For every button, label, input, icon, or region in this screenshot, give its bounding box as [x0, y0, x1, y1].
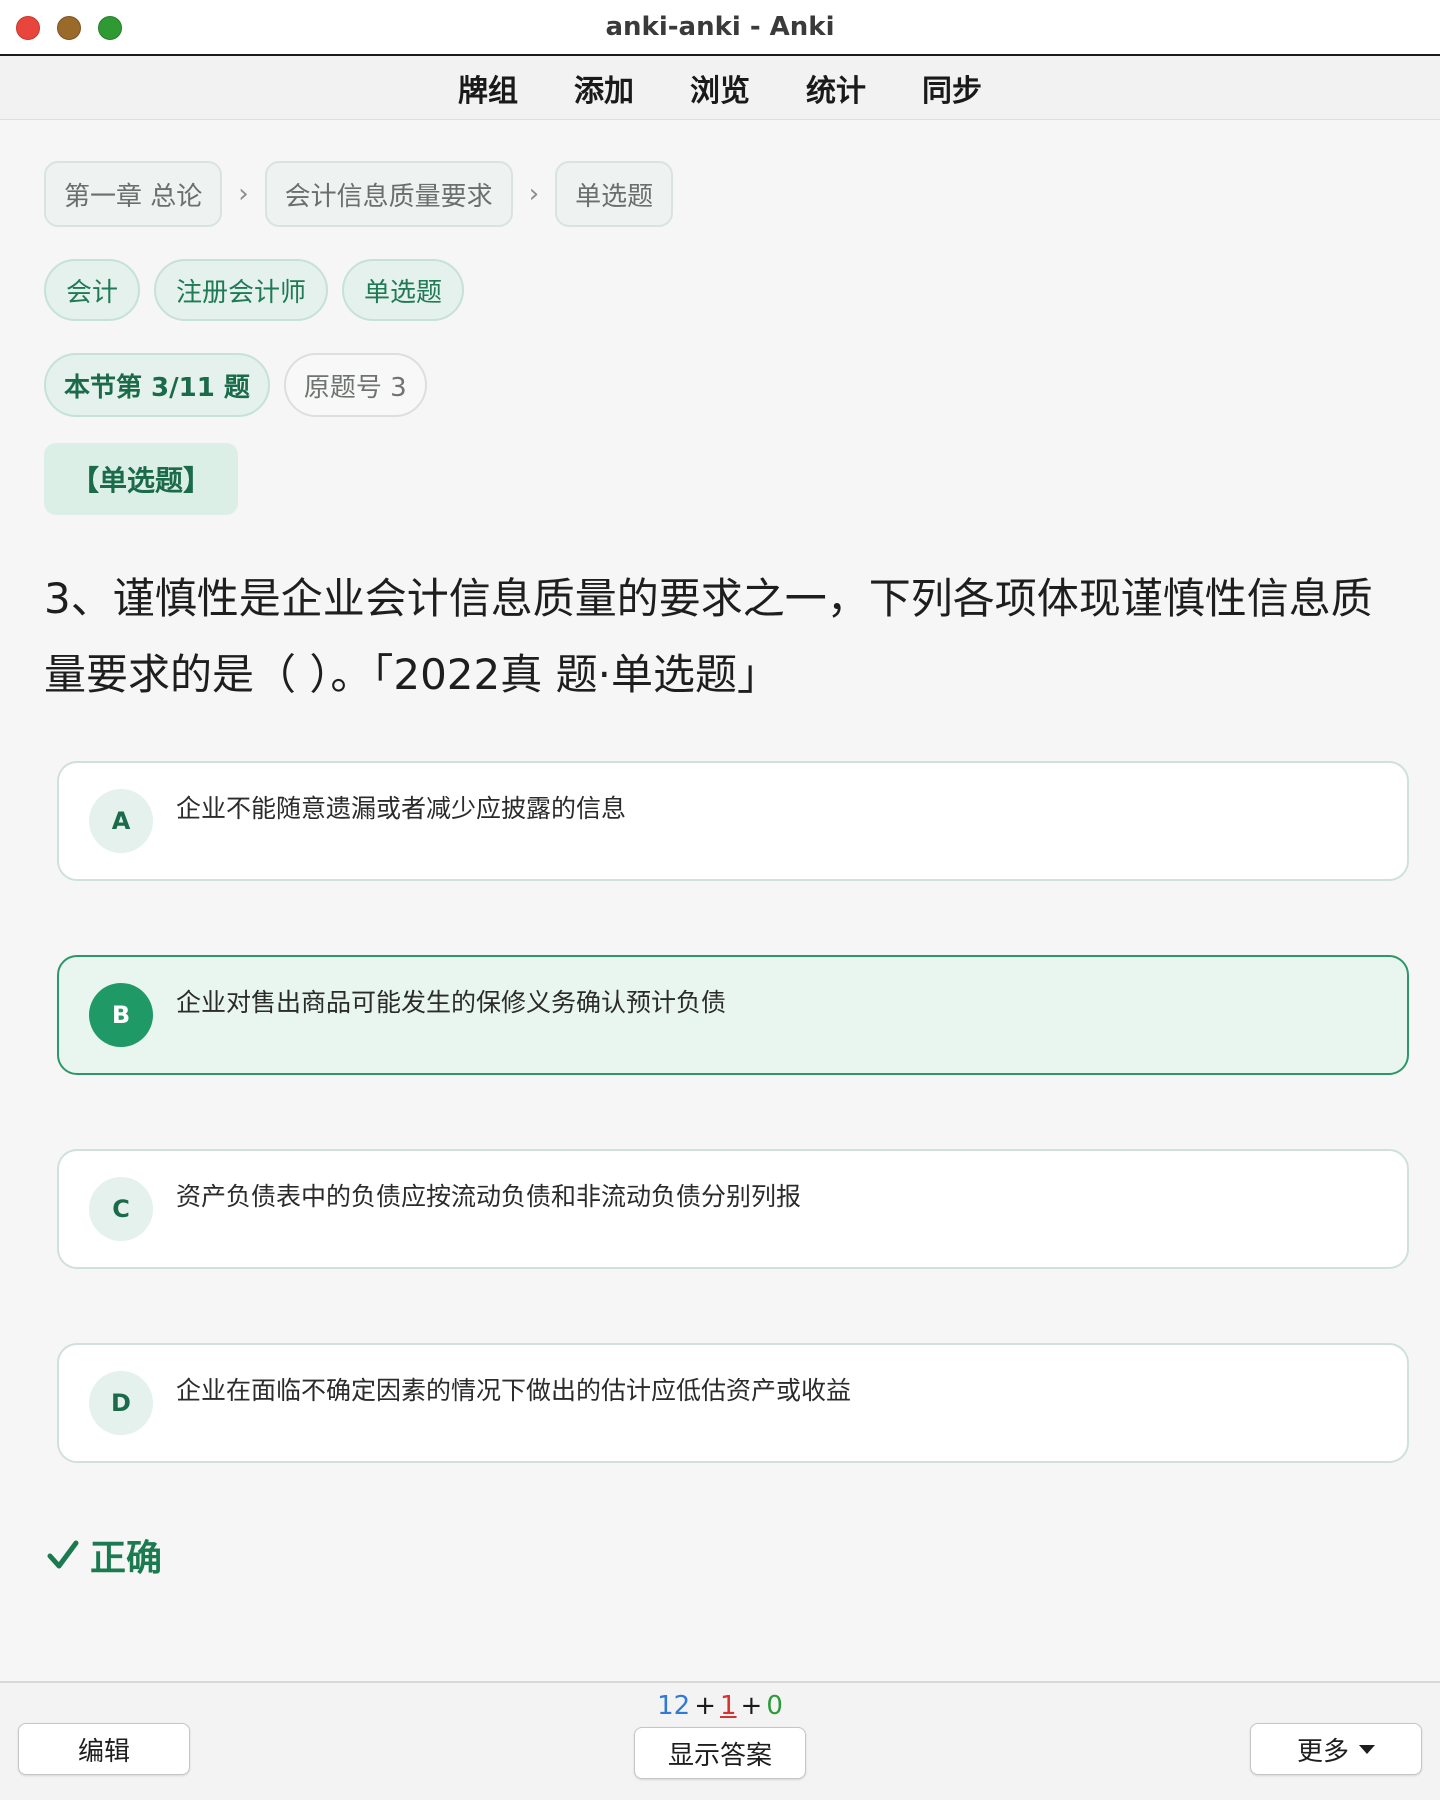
toolbar-decks[interactable]: 牌组: [458, 66, 518, 110]
more-button[interactable]: 更多: [1250, 1723, 1422, 1775]
question-progress: 本节第 3/11 题 原题号 3: [44, 353, 427, 417]
section-position-badge: 本节第 3/11 题: [44, 353, 270, 417]
answer-result: 正确: [46, 1529, 162, 1581]
breadcrumb-type: 单选题: [555, 161, 674, 227]
tag-list: 会计 注册会计师 单选题: [44, 259, 465, 321]
option-letter: D: [89, 1371, 153, 1435]
title-bar: anki-anki - Anki: [0, 0, 1440, 56]
minimize-window-button[interactable]: [57, 16, 81, 40]
review-count: 0: [766, 1691, 783, 1721]
close-window-button[interactable]: [16, 16, 40, 40]
option-letter: C: [89, 1177, 153, 1241]
option-text: 资产负债表中的负债应按流动负债和非流动负债分别列报: [176, 1182, 802, 1211]
zoom-window-button[interactable]: [98, 16, 122, 40]
new-count: 12: [657, 1691, 691, 1721]
original-number-badge: 原题号 3: [283, 353, 427, 417]
plus-sign: +: [694, 1691, 716, 1721]
option-text: 企业在面临不确定因素的情况下做出的估计应低估资产或收益: [176, 1376, 852, 1405]
edit-button[interactable]: 编辑: [18, 1723, 190, 1775]
learning-count: 1: [720, 1691, 737, 1721]
breadcrumb: 第一章 总论 › 会计信息质量要求 › 单选题: [44, 161, 674, 227]
main-toolbar: 牌组 添加 浏览 统计 同步: [0, 56, 1440, 120]
breadcrumb-separator: ›: [528, 179, 540, 209]
card-content: 第一章 总论 › 会计信息质量要求 › 单选题 会计 注册会计师 单选题 本节第…: [0, 121, 1440, 1681]
option-letter: A: [89, 789, 153, 853]
toolbar-add[interactable]: 添加: [574, 66, 634, 110]
option-text: 企业对售出商品可能发生的保修义务确认预计负债: [176, 988, 727, 1017]
breadcrumb-separator: ›: [238, 179, 249, 209]
toolbar-stats[interactable]: 统计: [806, 66, 866, 110]
toolbar-browse[interactable]: 浏览: [690, 66, 750, 110]
option-letter: B: [89, 983, 153, 1047]
show-answer-button[interactable]: 显示答案: [634, 1727, 806, 1779]
window-title: anki-anki - Anki: [605, 12, 835, 42]
tag-single-choice: 单选题: [342, 259, 465, 321]
more-button-label: 更多: [1296, 1736, 1349, 1767]
chevron-down-icon: [1359, 1744, 1375, 1754]
question-text: 3、谨慎性是企业会计信息质量的要求之一，下列各项体现谨慎性信息质量要求的是（ ）…: [44, 574, 1373, 699]
toolbar-sync[interactable]: 同步: [922, 66, 982, 110]
option-text: 企业不能随意遗漏或者减少应披露的信息: [176, 794, 627, 823]
plus-sign: +: [740, 1691, 763, 1721]
option-b[interactable]: B 企业对售出商品可能发生的保修义务确认预计负债: [57, 955, 1409, 1075]
breadcrumb-chapter: 第一章 总论: [44, 161, 223, 227]
due-counts: 12 +1 +0: [0, 1691, 1440, 1721]
question-type-badge: 【单选题】: [44, 443, 238, 515]
bottom-bar: 12 +1 +0 编辑 显示答案 更多: [0, 1681, 1440, 1800]
option-a[interactable]: A 企业不能随意遗漏或者减少应披露的信息: [57, 761, 1409, 881]
window-controls: [16, 16, 122, 40]
check-icon: [47, 1540, 79, 1569]
option-c[interactable]: C 资产负债表中的负债应按流动负债和非流动负债分别列报: [57, 1149, 1409, 1269]
tag-accounting: 会计: [44, 259, 141, 321]
result-label: 正确: [90, 1538, 163, 1579]
tag-cpa: 注册会计师: [154, 259, 329, 321]
option-d[interactable]: D 企业在面临不确定因素的情况下做出的估计应低估资产或收益: [57, 1343, 1409, 1463]
breadcrumb-section: 会计信息质量要求: [264, 161, 513, 227]
